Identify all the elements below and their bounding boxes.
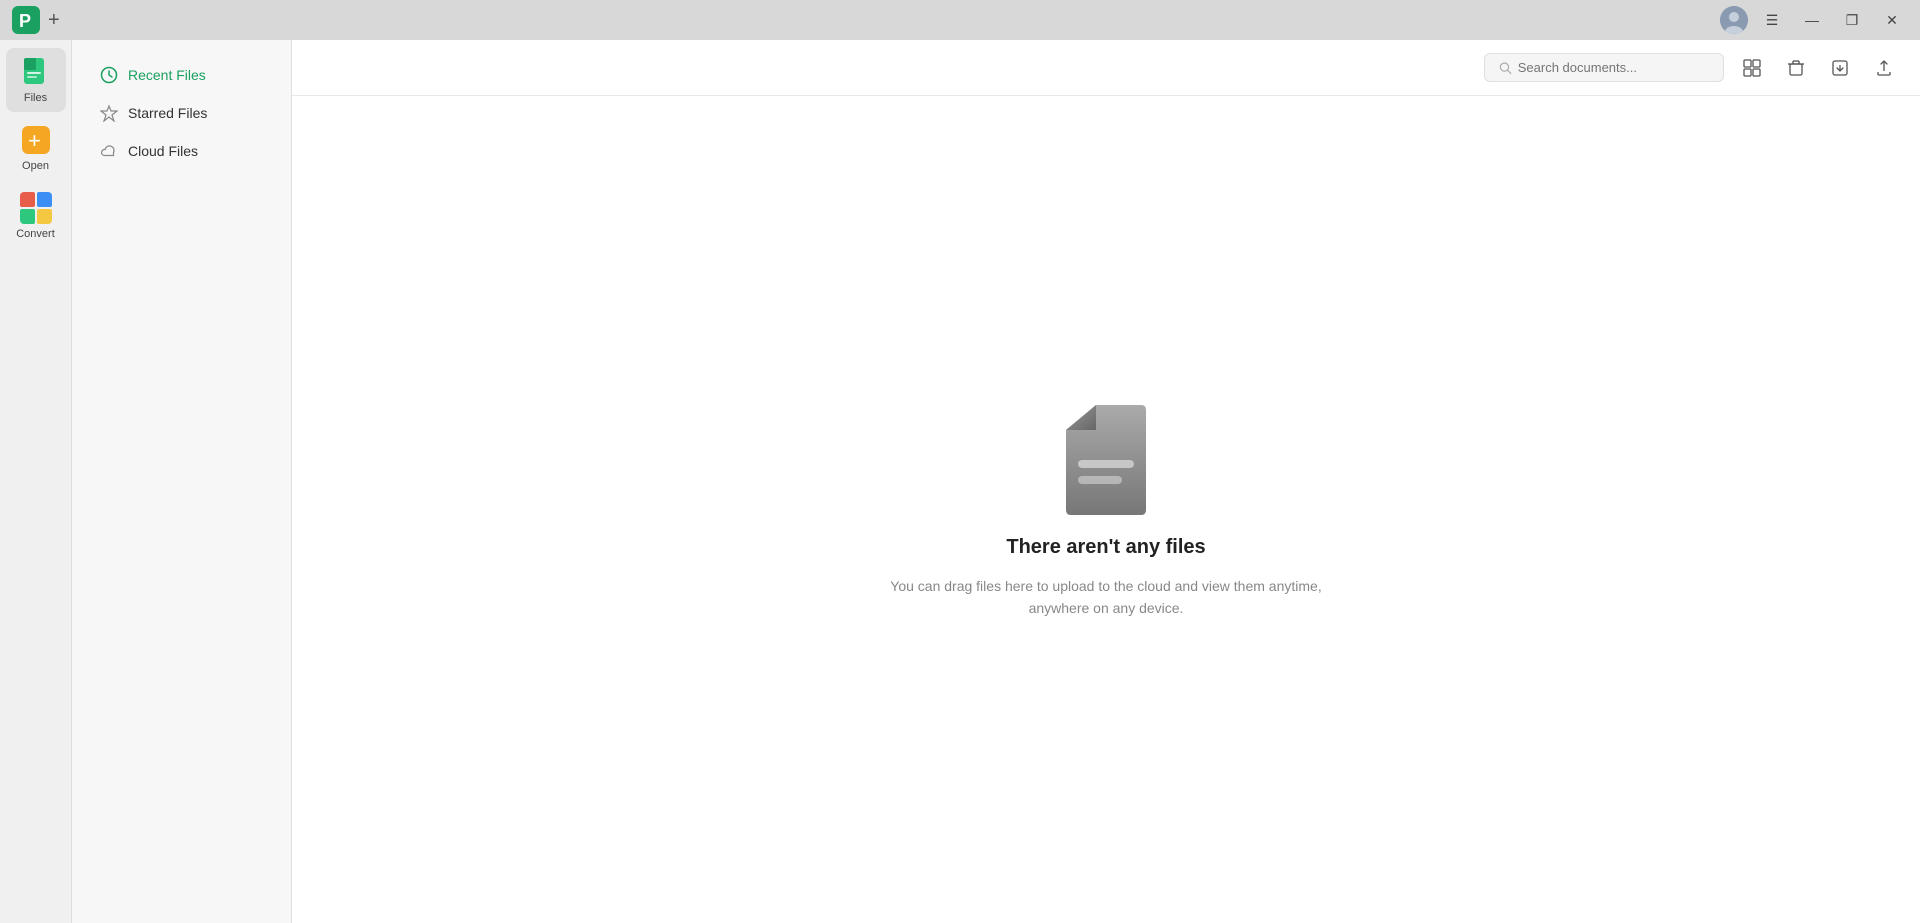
grid-view-button[interactable]	[1736, 52, 1768, 84]
search-bar[interactable]	[1484, 53, 1724, 82]
trash-button[interactable]	[1780, 52, 1812, 84]
files-label: Files	[24, 92, 47, 104]
nav-item-recent[interactable]: Recent Files	[80, 56, 283, 94]
app-logo: P	[12, 6, 40, 34]
title-bar-controls: ☰ — ❐ ✕	[1720, 4, 1908, 36]
upload-button[interactable]	[1868, 52, 1900, 84]
title-bar-left: P +	[12, 6, 60, 34]
starred-label: Starred Files	[128, 105, 207, 121]
star-icon	[100, 104, 118, 122]
new-tab-button[interactable]: +	[48, 9, 60, 32]
minimize-button[interactable]: —	[1796, 4, 1828, 36]
open-label: Open	[22, 160, 49, 172]
recent-icon	[100, 66, 118, 84]
nav-item-cloud[interactable]: Cloud Files	[80, 132, 283, 170]
nav-item-starred[interactable]: Starred Files	[80, 94, 283, 132]
empty-state-subtitle: You can drag files here to upload to the…	[866, 575, 1346, 620]
cloud-label: Cloud Files	[128, 143, 198, 159]
cloud-icon	[100, 142, 118, 160]
export-button[interactable]	[1824, 52, 1856, 84]
toolbar	[292, 40, 1920, 96]
convert-label: Convert	[16, 228, 55, 240]
recent-label: Recent Files	[128, 67, 206, 83]
empty-state-title: There aren't any files	[1006, 536, 1205, 559]
icon-sidebar: Files + Open Convert	[0, 40, 72, 923]
toolbar-right	[1484, 52, 1900, 84]
search-input[interactable]	[1518, 60, 1709, 75]
empty-file-illustration	[1056, 400, 1156, 520]
app-body: Files + Open Convert	[0, 40, 1920, 923]
empty-state: There aren't any files You can drag file…	[292, 96, 1920, 923]
close-button[interactable]: ✕	[1876, 4, 1908, 36]
sidebar-item-files[interactable]: Files	[6, 48, 66, 112]
search-icon	[1499, 61, 1512, 75]
svg-text:P: P	[19, 11, 31, 31]
menu-button[interactable]: ☰	[1756, 4, 1788, 36]
convert-icon	[20, 192, 52, 224]
files-icon	[20, 56, 52, 88]
sidebar-item-open[interactable]: + Open	[6, 116, 66, 180]
nav-sidebar: Recent Files Starred Files Cloud Files	[72, 40, 292, 923]
open-icon: +	[20, 124, 52, 156]
main-content: There aren't any files You can drag file…	[292, 40, 1920, 923]
title-bar: P + ☰ — ❐ ✕	[0, 0, 1920, 40]
restore-button[interactable]: ❐	[1836, 4, 1868, 36]
user-avatar[interactable]	[1720, 6, 1748, 34]
svg-text:+: +	[28, 128, 41, 153]
sidebar-item-convert[interactable]: Convert	[6, 184, 66, 248]
